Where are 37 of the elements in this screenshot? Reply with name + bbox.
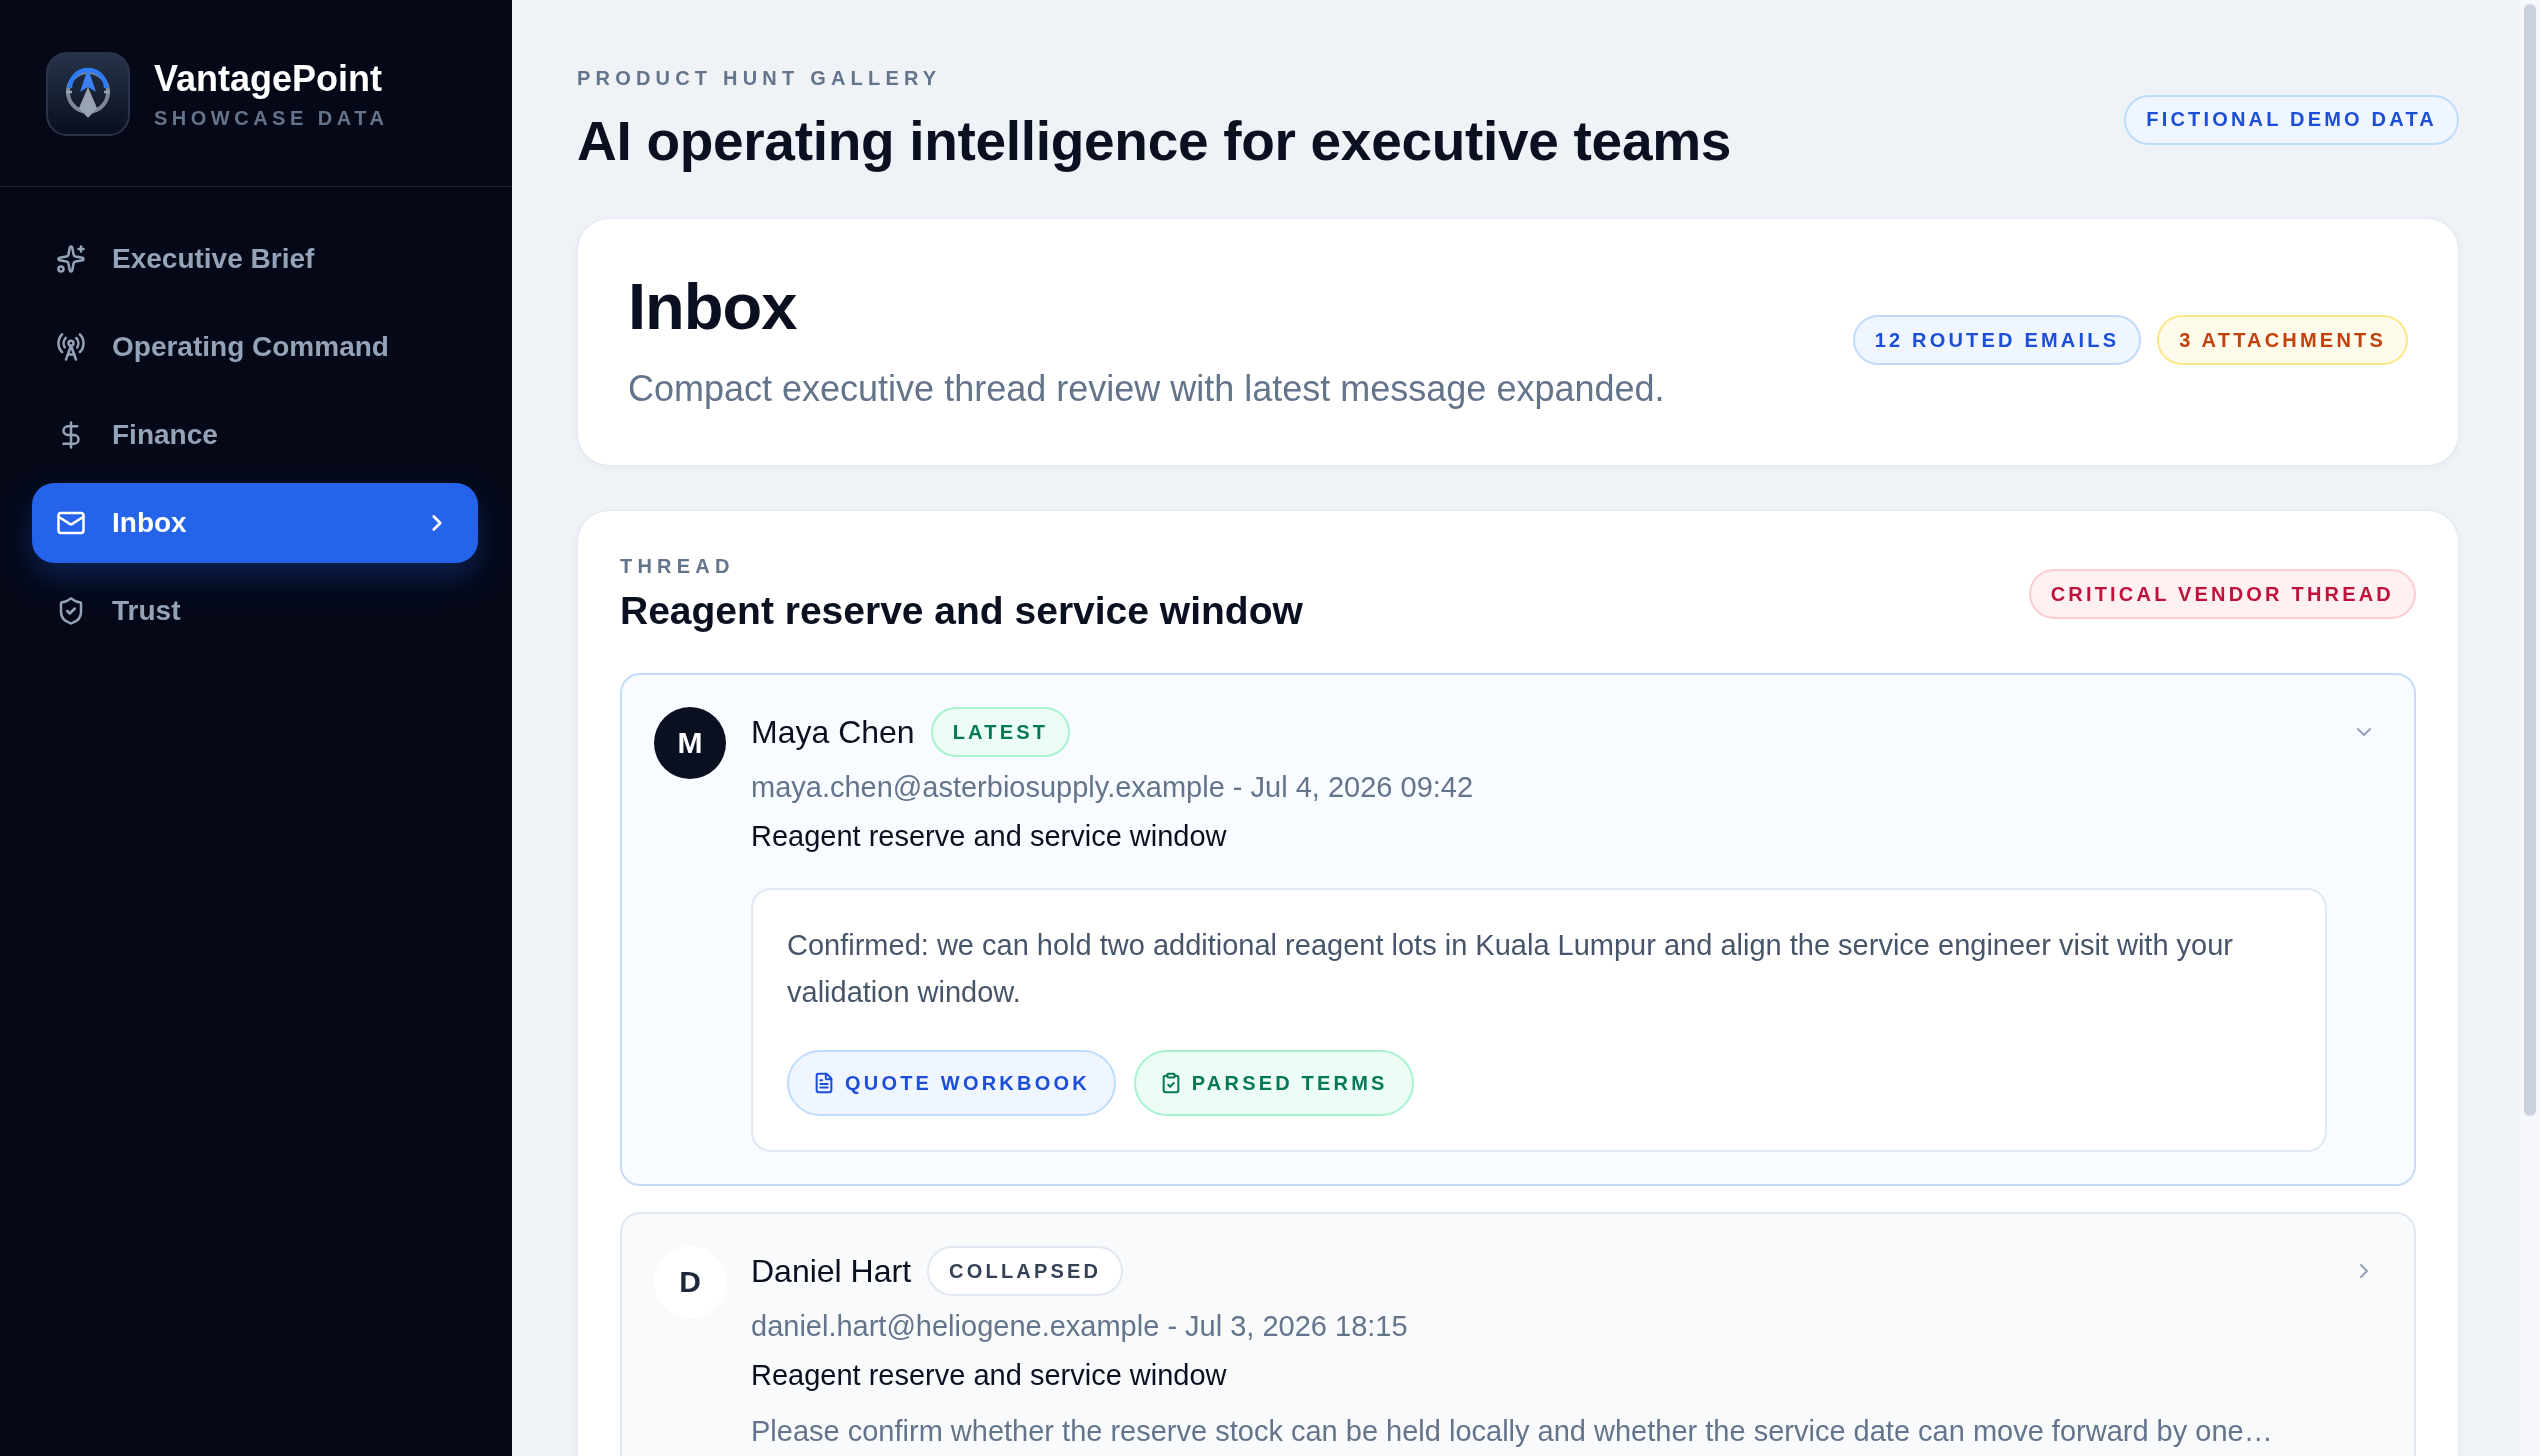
sender-meta: maya.chen@asterbiosupply.example - Jul 4, 2026 09:42	[751, 770, 1474, 805]
sender-avatar: M	[654, 707, 726, 779]
nav-item[interactable]: Finance	[32, 395, 478, 475]
message-status-badge: LATEST	[930, 707, 1071, 757]
message-card[interactable]	[620, 673, 2416, 1186]
page-heading: AI operating intelligence for executive teams	[577, 109, 1732, 173]
thread-title: Reagent reserve and service window	[620, 588, 1303, 634]
radio-tower-icon	[56, 332, 86, 362]
demo-data-badge: FICTIONAL DEMO DATA	[2124, 94, 2459, 145]
count-badge: 12 ROUTED EMAILS	[1852, 315, 2142, 365]
sender-name: Daniel Hart	[751, 1252, 912, 1290]
eyebrow-label: PRODUCT HUNT GALLERY	[577, 66, 942, 91]
message-status-badge: COLLAPSED	[927, 1246, 1124, 1296]
sender-meta: daniel.hart@heliogene.example - Jul 3, 2026 18:15	[751, 1309, 1408, 1344]
message-preview: Please confirm whether the reserve stock can be held locally and whether the service date can move forward by one…	[751, 1414, 2273, 1449]
document-icon	[813, 1072, 835, 1094]
message-card[interactable]	[620, 1212, 2416, 1456]
sender-name: Maya Chen	[751, 713, 915, 751]
section-title: Inbox	[628, 269, 797, 345]
message-body: Confirmed: we can hold two additional reagent lots in Kuala Lumpur and align the service engineer visit with your validation window.	[787, 928, 2234, 1010]
sparkles-icon	[56, 244, 86, 274]
attachment-button[interactable]: QUOTE WORKBOOK	[787, 1050, 1116, 1116]
count-badge: 3 ATTACHMENTS	[2157, 315, 2408, 365]
nav-item[interactable]: Trust	[32, 571, 478, 651]
priority-badge: CRITICAL VENDOR THREAD	[2028, 569, 2416, 619]
sender-avatar: D	[654, 1246, 726, 1318]
nav-item[interactable]: Operating Command	[32, 307, 478, 387]
nav-item[interactable]: Inbox	[32, 483, 478, 563]
brand-name: VantagePoint	[154, 58, 384, 100]
section-subtitle: Compact executive thread review with latest message expanded.	[628, 367, 1665, 411]
thread-eyebrow: THREAD	[620, 554, 735, 579]
scrollbar-thumb[interactable]	[2524, 4, 2536, 1116]
message-subject: Reagent reserve and service window	[751, 819, 1227, 854]
brand-tagline: SHOWCASE DATA	[154, 106, 389, 130]
message-subject: Reagent reserve and service window	[751, 1358, 1227, 1393]
attachment-button[interactable]: PARSED TERMS	[1133, 1050, 1414, 1116]
nav-item[interactable]: Executive Brief	[32, 219, 478, 299]
